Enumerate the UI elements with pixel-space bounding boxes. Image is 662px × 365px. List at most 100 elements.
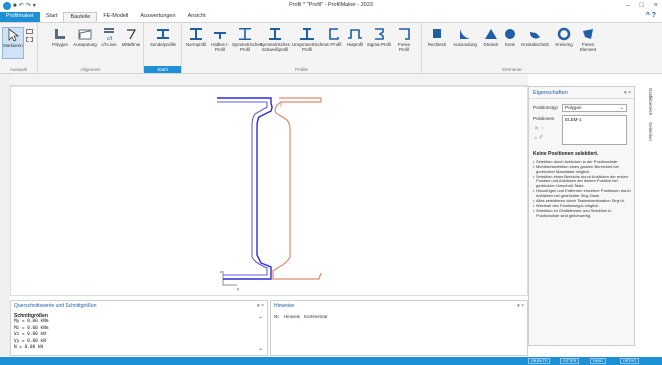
hinweise-panel-controls[interactable]: ▾ × (517, 303, 524, 309)
ct-linie-button[interactable]: c/t c/t-Linie (98, 27, 120, 47)
group-auswahl: Markieren Auswahl (0, 23, 38, 74)
normprofil-button[interactable]: Normprofil (184, 27, 208, 47)
minimize-button[interactable]: – (626, 2, 630, 9)
tab-auswertungen[interactable]: Auswertungen (134, 12, 181, 22)
status-ortho-toggle[interactable]: ORTHO (620, 358, 639, 364)
selection-mode-icons[interactable] (26, 29, 34, 49)
status-fang-toggle[interactable]: FANG (590, 358, 606, 364)
kreis-button[interactable]: Kreis (502, 27, 518, 47)
aussparung-button[interactable]: Aussparung (73, 27, 97, 47)
circle-icon (505, 29, 515, 39)
list-item: Hinzufügen und Entfernen einzelner Posit… (533, 188, 631, 198)
ausrundung-button[interactable]: Ausrundung (450, 27, 480, 47)
cursor-icon (8, 28, 19, 42)
help-icon[interactable]: ^ ? (646, 12, 656, 19)
querschnittswerte-title: Querschnittswerte und Schnittgrößen (14, 303, 97, 309)
tab-ansicht[interactable]: Ansicht (182, 12, 212, 22)
list-item: My = 0.00 kNm (14, 319, 49, 325)
left-toolbar-strip (0, 74, 10, 356)
asymmetric-profile-icon (300, 28, 314, 40)
ring-icon (557, 27, 571, 41)
i-profile-icon (190, 28, 202, 40)
close-button[interactable]: × (654, 2, 658, 9)
group-allgemein: Polygon Aussparung c/t c/t-Linie Mittell… (38, 23, 144, 74)
positionen-list[interactable]: ELEM-1 (562, 115, 627, 145)
tab-bauteile[interactable]: Bauteile (63, 12, 98, 22)
kreisabschnitt-button[interactable]: Kreisabschnitt (518, 27, 552, 47)
tab-selektion[interactable]: Selektion (648, 122, 653, 141)
ct-linie-icon: c/t (104, 28, 114, 41)
hutprofil-button[interactable]: Hutprofil (344, 27, 366, 47)
free-element-icon (583, 29, 593, 39)
rechteck-button[interactable]: Rechteck (426, 27, 448, 47)
profile-outline-red (272, 97, 322, 280)
polygon-button[interactable]: Polygon (49, 27, 71, 47)
circle-segment-icon (529, 32, 540, 39)
group-label-profile: Profile (294, 67, 309, 72)
unsymmetrisches-profil-button[interactable]: Unsymmetrisches Profil (292, 27, 327, 52)
sigma-profile-icon (375, 28, 384, 40)
column-header[interactable]: Kommentar (304, 314, 328, 319)
c-profile-icon (329, 28, 339, 40)
positionstyp-select[interactable]: Polygon ⌄ (562, 104, 627, 112)
symmetric-profile-icon (239, 28, 251, 40)
mittellinie-icon (127, 29, 137, 40)
aussparung-icon (78, 29, 92, 40)
column-header[interactable]: Nr. (274, 314, 280, 319)
column-header[interactable]: Hinweis (284, 314, 300, 319)
properties-panel-controls[interactable]: ▾ × (624, 90, 631, 96)
triangle-icon (485, 29, 497, 39)
properties-title: Eigenschaften (533, 90, 568, 96)
svg-text:c/t: c/t (107, 36, 113, 41)
group-stahl: Sonderprofile Stahl (144, 23, 182, 74)
hat-profile-icon (348, 29, 362, 39)
tab-fe-modell[interactable]: FE-Modell (97, 12, 134, 22)
weld-profile-icon (269, 28, 281, 40)
tab-file[interactable]: Profilmaker (0, 12, 40, 22)
axis-indicator (222, 271, 237, 286)
tab-grafikbereich[interactable]: Grafikbereich (648, 88, 653, 115)
rectangle-icon (433, 29, 441, 38)
quer-panel-controls[interactable]: ▾ × (257, 303, 264, 309)
scroll-up-icon[interactable]: ⌃ (258, 316, 263, 323)
list-item: Mehrfachselektion eines ganzen Bereiches… (533, 164, 631, 174)
c-profil-button[interactable]: C-Profil (324, 27, 344, 47)
sigma-profil-button[interactable]: Sigma-Profil (367, 27, 391, 47)
list-item[interactable]: ELEM-1 (565, 117, 582, 122)
group-label-stahl: Stahl (157, 67, 168, 72)
markieren-button[interactable]: Markieren (2, 27, 24, 59)
tab-start[interactable]: Start (40, 12, 64, 22)
freies-element-button[interactable]: Freies Element (576, 27, 600, 52)
hinweise-panel: Hinweise ▾ × Nr. Hinweis Kommentar (270, 300, 528, 356)
sonderprofile-button[interactable]: Sonderprofile (147, 27, 179, 47)
freies-profil-button[interactable]: Freies Profil (393, 27, 415, 52)
kreisring-button[interactable]: Kreisring (552, 27, 576, 47)
halbes-i-profil-button[interactable]: Halbes I-Profil (209, 27, 231, 52)
chevron-down-icon: ⌄ (619, 105, 624, 111)
group-label-elemente: Elemente (502, 67, 522, 72)
mittellinie-button[interactable]: Mittellinie (120, 27, 142, 47)
status-gitter-toggle[interactable]: GITTER (560, 358, 580, 364)
maximize-button[interactable]: □ (640, 2, 644, 9)
side-tabs: Grafikbereich Selektion (645, 86, 662, 166)
dreieck-button[interactable]: Dreieck (480, 27, 502, 47)
edit-icon[interactable]: ▵ ✐ (534, 134, 544, 141)
graphics-canvas[interactable]: z y (10, 86, 528, 296)
title-bar: ■ ↶ ↷ ▾ Profil * "Profil" - ProfilMaker … (0, 0, 662, 11)
graphics-toolbar (10, 74, 528, 86)
status-objekte-toggle[interactable]: OBJEKTE (528, 358, 551, 364)
symmetrisches-schweissprofil-button[interactable]: Symmetrisches Schweißprofil (260, 27, 290, 52)
ribbon: Markieren Auswahl Polygon Aussparung c/t… (0, 22, 662, 74)
list-item: Selektion eines Bereichs durch Anklicken… (533, 174, 631, 189)
querschnittswerte-panel: Querschnittswerte und Schnittgrößen ▾ × … (10, 300, 268, 356)
delete-icon[interactable]: ✕ ⋯ (534, 125, 547, 132)
fillet-icon (460, 29, 470, 39)
free-profile-icon (399, 28, 410, 40)
symmetrisches-profil-button[interactable]: Symmetrisches Profil (232, 27, 262, 52)
ribbon-tabs: Profilmaker Start Bauteile FE-Modell Aus… (0, 11, 662, 22)
group-label-auswahl: Auswahl (9, 67, 28, 72)
scroll-down-icon[interactable]: ⌄ (258, 345, 263, 352)
polygon-icon (55, 29, 65, 39)
help-heading: Keine Positionen selektiert. (533, 151, 599, 157)
profile-drawing: z y (217, 97, 322, 291)
